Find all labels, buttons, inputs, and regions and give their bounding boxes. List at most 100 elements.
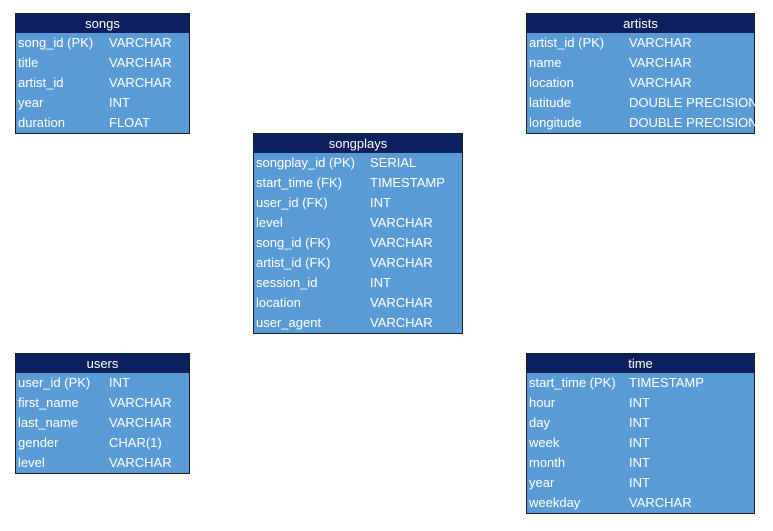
column-name: level [18, 455, 45, 470]
column-type: VARCHAR [109, 415, 172, 430]
songplays-column-row: user_id (FK) INT [254, 193, 462, 213]
column-name: location [529, 75, 574, 90]
songplays-column-row: songplay_id (PK) SERIAL [254, 153, 462, 173]
column-name: start_time (PK) [529, 375, 616, 390]
songs-column-row: duration FLOAT [16, 113, 189, 133]
column-name: song_id (FK) [256, 235, 331, 250]
column-type: VARCHAR [109, 35, 172, 50]
time-table-rows: start_time (PK) TIMESTAMP hour INT day INT wee… [527, 373, 754, 513]
songs-column-row: artist_id VARCHAR [16, 73, 189, 93]
column-name: title [18, 55, 39, 70]
songplays-table-rows: songplay_id (PK) SERIAL start_time (FK) TIM… [254, 153, 462, 333]
songs-column-row: title VARCHAR [16, 53, 189, 73]
column-type: INT [370, 195, 391, 210]
artists-column-row: location VARCHAR [527, 73, 754, 93]
songplays-column-row: start_time (FK) TIMESTAMP [254, 173, 462, 193]
column-name: year [529, 475, 555, 490]
time-column-row: start_time (PK) TIMESTAMP [527, 373, 754, 393]
column-type: INT [109, 375, 130, 390]
column-name: artist_id (FK) [256, 255, 331, 270]
artists-column-row: artist_id (PK) VARCHAR [527, 33, 754, 53]
column-type: VARCHAR [370, 235, 433, 250]
column-type: VARCHAR [109, 55, 172, 70]
users-table-rows: user_id (PK) INT first_name VARCHAR last_nam… [16, 373, 189, 473]
songplays-column-row: location VARCHAR [254, 293, 462, 313]
songs-table-title: songs [16, 14, 189, 33]
songplays-column-row: song_id (FK) VARCHAR [254, 233, 462, 253]
songplays-table: songplays songplay_id (PK) SERIAL start_ti… [253, 133, 463, 334]
users-column-row: user_id (PK) INT [16, 373, 189, 393]
artists-column-row: longitude DOUBLE PRECISION [527, 113, 758, 133]
artists-column-row: name VARCHAR [527, 53, 754, 73]
time-table-title: time [527, 354, 754, 373]
artists-column-row: latitude DOUBLE PRECISION [527, 93, 758, 113]
column-type: TIMESTAMP [370, 175, 445, 190]
column-name: songplay_id (PK) [256, 155, 355, 170]
time-column-row: weekday VARCHAR [527, 493, 754, 513]
column-type: VARCHAR [370, 315, 433, 330]
column-type: VARCHAR [629, 35, 692, 50]
column-type: TIMESTAMP [629, 375, 704, 390]
column-type: INT [629, 415, 650, 430]
column-name: location [256, 295, 301, 310]
column-type: DOUBLE PRECISION [629, 115, 758, 130]
artists-table-rows: artist_id (PK) VARCHAR name VARCHAR location… [527, 33, 758, 133]
column-type: INT [629, 455, 650, 470]
column-type: INT [370, 275, 391, 290]
column-type: VARCHAR [629, 55, 692, 70]
column-name: level [256, 215, 283, 230]
users-column-row: last_name VARCHAR [16, 413, 189, 433]
time-column-row: hour INT [527, 393, 754, 413]
column-type: INT [109, 95, 130, 110]
users-column-row: level VARCHAR [16, 453, 189, 473]
column-name: latitude [529, 95, 571, 110]
column-name: start_time (FK) [256, 175, 342, 190]
songs-table: songs song_id (PK) VARCHAR title VARCHAR art… [15, 13, 190, 134]
column-type: INT [629, 475, 650, 490]
column-name: user_agent [256, 315, 322, 330]
column-name: first_name [18, 395, 79, 410]
users-column-row: first_name VARCHAR [16, 393, 189, 413]
column-name: weekday [529, 495, 581, 510]
column-name: song_id (PK) [18, 35, 94, 50]
column-name: name [529, 55, 562, 70]
column-name: longitude [529, 115, 582, 130]
column-type: VARCHAR [370, 255, 433, 270]
column-name: hour [529, 395, 556, 410]
column-name: session_id [256, 275, 318, 290]
songplays-column-row: artist_id (FK) VARCHAR [254, 253, 462, 273]
column-type: VARCHAR [109, 395, 172, 410]
users-table: users user_id (PK) INT first_name VARCHAR la… [15, 353, 190, 474]
users-table-title: users [16, 354, 189, 373]
column-name: year [18, 95, 44, 110]
column-name: gender [18, 435, 59, 450]
column-type: VARCHAR [370, 295, 433, 310]
column-type: FLOAT [109, 115, 150, 130]
column-type: INT [629, 435, 650, 450]
column-name: last_name [18, 415, 78, 430]
column-type: CHAR(1) [109, 435, 162, 450]
time-column-row: day INT [527, 413, 754, 433]
songplays-column-row: session_id INT [254, 273, 462, 293]
songs-table-rows: song_id (PK) VARCHAR title VARCHAR artist_id… [16, 33, 189, 133]
column-type: VARCHAR [370, 215, 433, 230]
songplays-column-row: user_agent VARCHAR [254, 313, 462, 333]
songplays-column-row: level VARCHAR [254, 213, 462, 233]
column-type: VARCHAR [109, 75, 172, 90]
artists-table-title: artists [527, 14, 754, 33]
column-type: VARCHAR [629, 495, 692, 510]
artists-table: artists artist_id (PK) VARCHAR name VARCHAR… [526, 13, 758, 134]
column-type: VARCHAR [109, 455, 172, 470]
column-name: user_id (FK) [256, 195, 328, 210]
column-type: DOUBLE PRECISION [629, 95, 758, 110]
column-name: day [529, 415, 550, 430]
column-type: VARCHAR [629, 75, 692, 90]
column-type: INT [629, 395, 650, 410]
songs-column-row: song_id (PK) VARCHAR [16, 33, 189, 53]
songplays-table-title: songplays [254, 134, 462, 153]
time-column-row: week INT [527, 433, 754, 453]
time-column-row: month INT [527, 453, 754, 473]
users-column-row: gender CHAR(1) [16, 433, 189, 453]
column-name: artist_id (PK) [529, 35, 605, 50]
column-name: artist_id [18, 75, 64, 90]
